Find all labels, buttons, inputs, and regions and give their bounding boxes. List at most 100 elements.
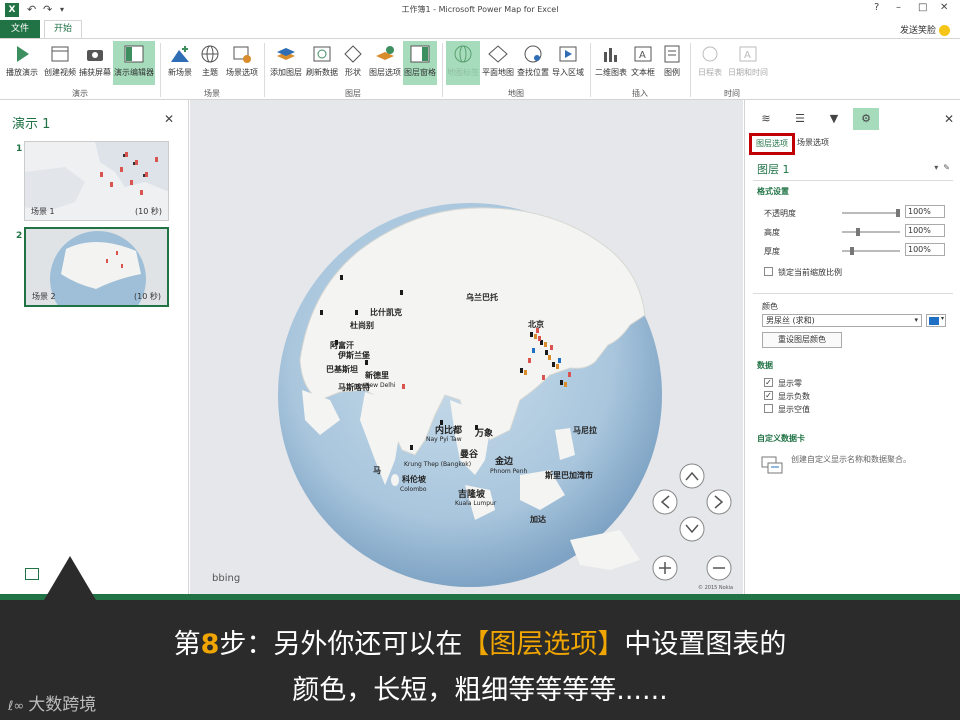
data-card-icon[interactable]: [761, 456, 783, 474]
tour-editor-icon: [123, 44, 145, 64]
play-tour-button[interactable]: 播放演示: [4, 41, 40, 85]
layer-dropdown-icon[interactable]: ▾: [934, 163, 938, 172]
pan-down-button[interactable]: [679, 516, 705, 542]
map-label: 加达: [529, 514, 546, 524]
timeline-label: 日程表: [698, 68, 722, 77]
help-button[interactable]: ?: [874, 2, 879, 13]
thickness-label: 厚度: [764, 247, 780, 256]
create-video-button[interactable]: 创建视频: [42, 41, 78, 85]
add-layer-button[interactable]: 添加图层: [268, 41, 304, 85]
edit-layer-icon[interactable]: ✎: [943, 163, 950, 172]
group-scene: 场景: [204, 89, 220, 98]
capture-screen-button[interactable]: 捕获屏幕: [78, 41, 112, 85]
map-label: 马尼拉: [573, 425, 597, 435]
settings-tab-icon[interactable]: ⚙: [853, 108, 879, 130]
reset-layer-color-button[interactable]: 重设图层颜色: [762, 332, 842, 348]
layer-options-button[interactable]: 图层选项: [367, 41, 403, 85]
close-tour-panel-icon[interactable]: ✕: [164, 112, 174, 126]
globe-map-view[interactable]: 乌兰巴托 北京 比什凯克 杜尚别 阿富汗 伊斯兰堡 巴基斯坦 新德里 New D…: [190, 100, 743, 594]
add-layer-icon: [275, 44, 297, 64]
find-location-button[interactable]: 查找位置: [516, 41, 550, 85]
show-zero-label: 显示零: [778, 379, 802, 388]
map-label: 马: [373, 466, 381, 475]
layer-pane-button[interactable]: 图层窗格: [403, 41, 437, 85]
refresh-icon: [311, 44, 333, 64]
map-label: 伊斯兰堡: [337, 350, 370, 360]
group-insert: 插入: [632, 89, 648, 98]
scene-duration: (10 秒): [134, 292, 161, 301]
send-smile-button[interactable]: 发送笑脸: [900, 23, 950, 36]
theme-button[interactable]: 主题: [197, 41, 223, 85]
scene-options-button[interactable]: 场景选项: [224, 41, 260, 85]
map-label: 比什凯克: [370, 307, 402, 317]
title-bar: X ↶ ↷ ▾ 工作簿1 - Microsoft Power Map for E…: [0, 0, 960, 20]
pan-up-button[interactable]: [679, 463, 705, 489]
close-layer-pane-icon[interactable]: ✕: [944, 112, 954, 126]
filter-tab-icon[interactable]: ▼: [821, 108, 847, 130]
pan-left-button[interactable]: [652, 489, 678, 515]
zoom-out-button[interactable]: [706, 555, 732, 581]
tour-editor-button[interactable]: 演示编辑器: [113, 41, 155, 85]
map-navigation[interactable]: [652, 463, 732, 581]
map-label: Colombo: [400, 486, 427, 493]
globe-canvas[interactable]: 乌兰巴托 北京 比什凯克 杜尚别 阿富汗 伊斯兰堡 巴基斯坦 新德里 New D…: [190, 100, 743, 594]
close-button[interactable]: ✕: [940, 2, 948, 13]
layer-pane-icon: [409, 44, 431, 64]
show-negative-checkbox[interactable]: ✓: [764, 391, 773, 400]
color-picker[interactable]: ▾: [926, 314, 946, 327]
minimize-button[interactable]: –: [896, 2, 901, 13]
show-empty-checkbox[interactable]: [764, 404, 773, 413]
thickness-input[interactable]: 100%: [905, 243, 945, 256]
shapes-button[interactable]: 形状: [340, 41, 366, 85]
scene-thumbnail[interactable]: 场景 1 (10 秒): [24, 141, 169, 221]
flat-map-button[interactable]: 平面地图: [481, 41, 515, 85]
layers-tab-icon[interactable]: ≋: [753, 108, 779, 130]
new-scene-button[interactable]: 新场景: [164, 41, 196, 85]
height-slider[interactable]: [842, 228, 900, 236]
restore-button[interactable]: □: [918, 2, 927, 13]
timeline-button[interactable]: 日程表: [694, 41, 726, 85]
landmass-sri-lanka: [391, 474, 399, 486]
play-icon: [11, 44, 33, 64]
map-label: 曼谷: [460, 448, 479, 460]
zoom-in-button[interactable]: [652, 555, 678, 581]
text-box-button[interactable]: A 文本框: [629, 41, 657, 85]
svg-text:A: A: [744, 50, 751, 61]
scene-options-icon: [231, 44, 253, 64]
add-scene-icon[interactable]: [25, 568, 39, 580]
theme-label: 主题: [202, 68, 218, 77]
opacity-slider-thumb[interactable]: [896, 209, 900, 217]
fields-tab-icon[interactable]: ☰: [787, 108, 813, 130]
date-time-button[interactable]: A 日期和时间: [727, 41, 769, 85]
subtab-layer-options[interactable]: 图层选项: [749, 133, 795, 155]
color-swatch: [929, 317, 939, 325]
scene-thumbnail-selected[interactable]: 场景 2 (10 秒): [24, 227, 169, 307]
show-zero-checkbox[interactable]: ✓: [764, 378, 773, 387]
caption-line-2: 颜色，长短，粗细等等等等......: [292, 675, 668, 706]
map-labels-button[interactable]: 地图标签: [446, 41, 480, 85]
thickness-slider[interactable]: [842, 247, 900, 255]
custom-card-section-title: 自定义数据卡: [757, 434, 805, 443]
subtab-scene-options[interactable]: 场景选项: [797, 137, 829, 148]
data-section-title: 数据: [757, 361, 773, 370]
height-input[interactable]: 100%: [905, 224, 945, 237]
import-region-button[interactable]: 导入区域: [551, 41, 585, 85]
opacity-input[interactable]: 100%: [905, 205, 945, 218]
color-field-select[interactable]: 男尿丝 (求和) ▾: [762, 314, 922, 327]
opacity-slider[interactable]: [842, 209, 900, 217]
lock-scale-checkbox[interactable]: [764, 267, 773, 276]
legend-button[interactable]: 图例: [658, 41, 686, 85]
map-label: Krung Thep (Bangkok): [404, 461, 471, 468]
height-slider-thumb[interactable]: [856, 228, 860, 236]
custom-card-tip[interactable]: 创建自定义显示名称和数据聚合。: [791, 454, 911, 465]
layer-pane-label: 图层窗格: [404, 68, 436, 77]
refresh-data-button[interactable]: 刷新数据: [305, 41, 339, 85]
tab-home[interactable]: 开始: [44, 20, 82, 38]
2d-chart-button[interactable]: 二维图表: [594, 41, 628, 85]
pan-right-button[interactable]: [706, 489, 732, 515]
thickness-slider-thumb[interactable]: [850, 247, 854, 255]
shapes-icon: [342, 44, 364, 64]
brand-name: 大数跨境: [28, 695, 97, 715]
caption-pointer: [44, 556, 96, 600]
tab-file[interactable]: 文件: [0, 20, 40, 38]
